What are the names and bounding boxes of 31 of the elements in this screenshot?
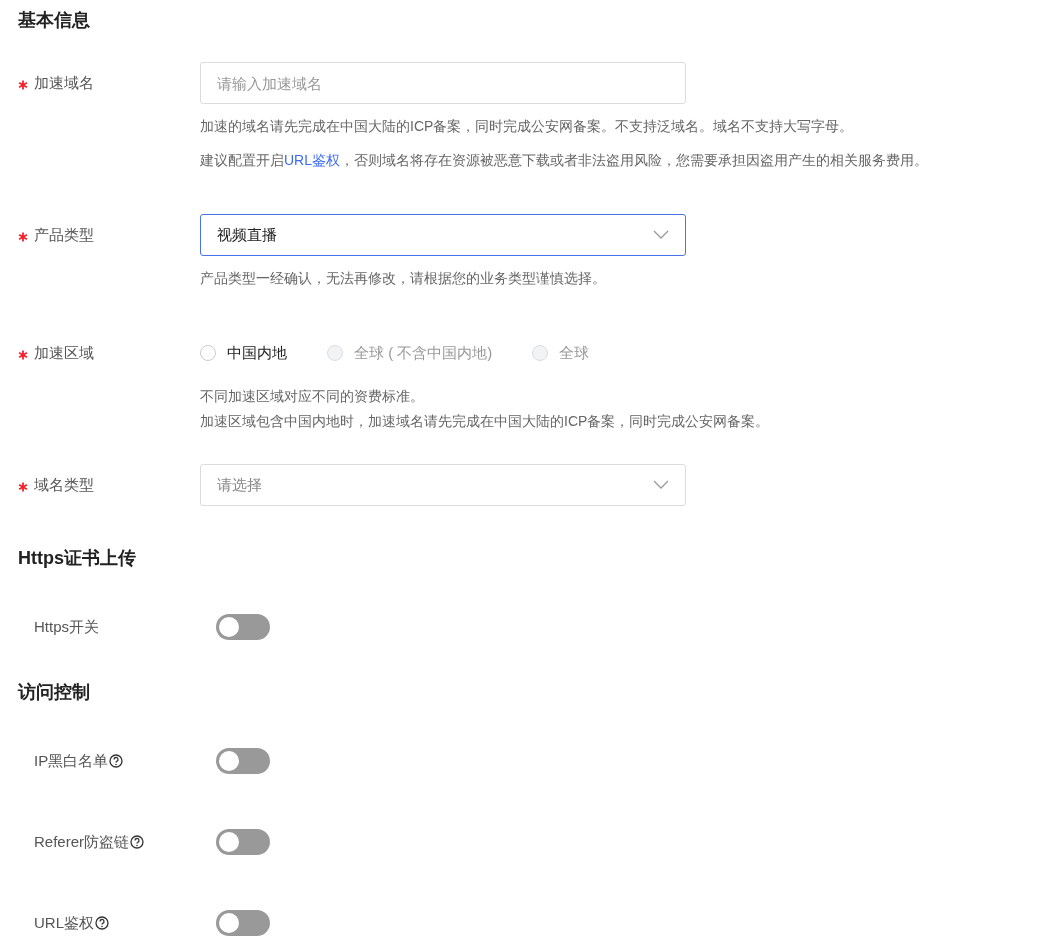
hint-text: 建议配置开启: [200, 152, 284, 168]
hint-text: 加速区域包含中国内地时，加速域名请先完成在中国大陆的ICP备案，同时完成公安网备案。: [200, 413, 770, 429]
domain-input[interactable]: 请输入加速域名: [200, 62, 686, 104]
hint-text: 加速的域名请先完成在中国大陆的ICP备案，同时完成公安网备案。不支持泛域名。域名不支持大写字母。: [200, 118, 854, 134]
toggle-switch[interactable]: [216, 614, 270, 640]
section-title: Https证书上传: [18, 547, 137, 570]
field-label: 加速区域: [34, 343, 94, 363]
help-icon[interactable]: [109, 754, 124, 768]
field-label: Referer防盗链: [34, 832, 130, 852]
section-title: 基本信息: [18, 9, 91, 32]
hint-text: 产品类型一经确认，无法再修改，请根据您的业务类型谨慎选择。: [200, 270, 606, 286]
help-icon[interactable]: [130, 835, 145, 849]
section-title: 访问控制: [18, 681, 91, 704]
hint-text: 不同加速区域对应不同的资费标准。: [200, 388, 424, 404]
hint-text: ，否则域名将存在资源被恶意下载或者非法盗用风险，您需要承担因盗用产生的相关服务费用。: [340, 152, 928, 168]
chevron-down-icon: [653, 480, 669, 490]
field-label: Https开关: [34, 617, 99, 637]
field-label: URL鉴权: [34, 913, 94, 933]
radio-option[interactable]: 中国内地: [200, 343, 287, 363]
toggle-switch[interactable]: [216, 748, 270, 774]
field-label: IP黑白名单: [34, 751, 109, 771]
field-label: 加速域名: [34, 73, 94, 93]
select-field[interactable]: 请选择: [200, 464, 686, 506]
field-label: 产品类型: [34, 225, 94, 245]
help-icon[interactable]: [95, 916, 109, 930]
field-label: 域名类型: [34, 475, 94, 495]
toggle-switch[interactable]: [216, 910, 270, 936]
select-field[interactable]: 视频直播: [200, 214, 686, 256]
chevron-down-icon: [653, 230, 669, 240]
url-auth-link[interactable]: URL鉴权: [284, 152, 340, 168]
toggle-switch[interactable]: [216, 829, 270, 855]
